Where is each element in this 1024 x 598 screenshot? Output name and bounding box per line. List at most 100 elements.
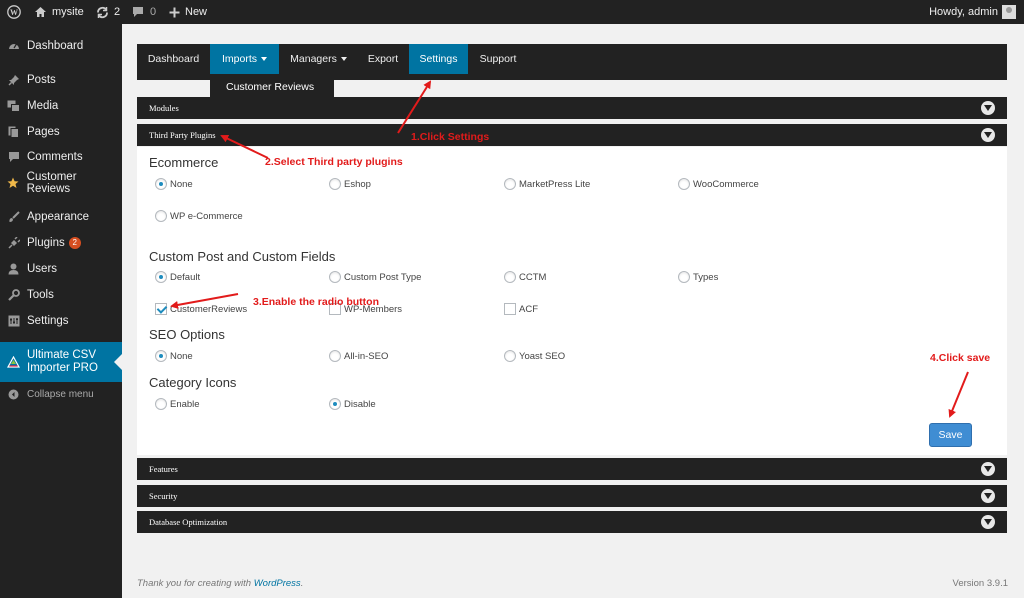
- radio-seo-all-in-seo[interactable]: All-in-SEO: [329, 350, 388, 362]
- sidebar-item-label: Tools: [27, 289, 54, 301]
- option-label: WP e-Commerce: [170, 210, 243, 222]
- sidebar-item-label: Pages: [27, 126, 60, 138]
- site-home-link[interactable]: mysite: [34, 0, 84, 24]
- option-label: All-in-SEO: [344, 350, 389, 362]
- expand-toggle-icon[interactable]: [981, 462, 995, 476]
- comments-count: 0: [150, 6, 157, 18]
- option-label: Eshop: [344, 178, 371, 190]
- accordion-features[interactable]: Features: [137, 458, 1007, 480]
- nav-imports[interactable]: Imports: [210, 44, 279, 74]
- radio-control[interactable]: [329, 350, 341, 362]
- sidebar-item-tools[interactable]: Tools: [0, 282, 122, 308]
- option-label: WooCommerce: [693, 178, 759, 190]
- plug-icon: [0, 237, 27, 249]
- sidebar-item-dashboard[interactable]: Dashboard: [0, 33, 122, 59]
- option-label: Disable: [344, 398, 376, 410]
- expand-toggle-icon[interactable]: [981, 101, 995, 115]
- sidebar-item-appearance[interactable]: Appearance: [0, 204, 122, 230]
- radio-ecommerce-marketpress[interactable]: MarketPress Lite: [504, 178, 590, 190]
- radio-control[interactable]: [678, 178, 690, 190]
- radio-custom-default[interactable]: Default: [155, 271, 200, 283]
- comments-link[interactable]: 0: [132, 0, 156, 24]
- radio-control[interactable]: [504, 271, 516, 283]
- checkbox-control[interactable]: [504, 303, 516, 315]
- checkbox-control[interactable]: [155, 303, 167, 315]
- star-icon: [0, 177, 27, 189]
- accordion-security[interactable]: Security: [137, 485, 1007, 507]
- plus-icon: [169, 7, 180, 17]
- sidebar-item-settings[interactable]: Settings: [0, 308, 122, 334]
- radio-control[interactable]: [329, 178, 341, 190]
- accordion-third-party-plugins[interactable]: Third Party Plugins: [137, 124, 1007, 146]
- radio-custom-types[interactable]: Types: [678, 271, 718, 283]
- radio-control[interactable]: [504, 178, 516, 190]
- sidebar-item-pages[interactable]: Pages: [0, 119, 122, 145]
- radio-control[interactable]: [155, 271, 167, 283]
- sidebar-item-posts[interactable]: Posts: [0, 67, 122, 93]
- home-icon: [35, 7, 46, 17]
- sidebar-item-customer-reviews[interactable]: Customer Reviews: [0, 170, 122, 196]
- account-menu[interactable]: Howdy, admin: [929, 0, 1016, 24]
- save-button[interactable]: Save: [929, 423, 972, 447]
- expand-toggle-icon[interactable]: [981, 515, 995, 529]
- sidebar-item-label: Users: [27, 263, 58, 275]
- radio-control[interactable]: [155, 210, 167, 222]
- comment-icon: [0, 151, 27, 163]
- sidebar-item-label: Comments: [27, 151, 83, 163]
- sidebar-item-media[interactable]: Media: [0, 93, 122, 119]
- annotation-step-3: 3.Enable the radio button: [253, 296, 380, 308]
- radio-control[interactable]: [155, 350, 167, 362]
- plugins-update-badge: 2: [68, 237, 81, 249]
- radio-custom-cctm[interactable]: CCTM: [504, 271, 546, 283]
- option-label: Enable: [170, 398, 200, 410]
- radio-control[interactable]: [155, 398, 167, 410]
- radio-custom-post-type[interactable]: Custom Post Type: [329, 271, 421, 283]
- dashboard-icon: [0, 40, 27, 52]
- section-title-ecommerce: Ecommerce: [149, 155, 219, 170]
- svg-text:W: W: [10, 8, 18, 17]
- updates-link[interactable]: 2: [96, 0, 120, 24]
- checkbox-acf[interactable]: ACF: [504, 303, 538, 315]
- radio-control[interactable]: [155, 178, 167, 190]
- checkbox-customer-reviews[interactable]: CustomerReviews: [155, 303, 247, 315]
- radio-control[interactable]: [329, 398, 341, 410]
- expand-toggle-icon[interactable]: [981, 489, 995, 503]
- radio-control[interactable]: [329, 271, 341, 283]
- radio-ecommerce-woocommerce[interactable]: WooCommerce: [678, 178, 759, 190]
- radio-control[interactable]: [504, 350, 516, 362]
- nav-managers[interactable]: Managers: [279, 44, 358, 74]
- nav-label: Imports: [221, 53, 257, 65]
- brush-icon: [0, 211, 27, 223]
- sidebar-item-ultimate-csv-importer[interactable]: Ultimate CSV Importer PRO: [0, 342, 122, 382]
- radio-seo-yoast[interactable]: Yoast SEO: [504, 350, 565, 362]
- wrench-icon: [0, 289, 27, 301]
- radio-seo-none[interactable]: None: [155, 350, 193, 362]
- nav-support[interactable]: Support: [468, 44, 528, 74]
- user-icon: [0, 263, 27, 275]
- new-content-link[interactable]: New: [169, 0, 207, 24]
- sidebar-item-users[interactable]: Users: [0, 256, 122, 282]
- section-title-category-icons: Category Icons: [149, 375, 237, 390]
- option-label: None: [170, 350, 193, 362]
- sidebar-item-label: Media: [27, 100, 59, 112]
- radio-ecommerce-eshop[interactable]: Eshop: [329, 178, 371, 190]
- sidebar-item-label: Ultimate CSV Importer PRO: [27, 349, 98, 374]
- radio-control[interactable]: [678, 271, 690, 283]
- sidebar-item-plugins[interactable]: Plugins 2: [0, 230, 122, 256]
- accordion-database-optimization[interactable]: Database Optimization: [137, 511, 1007, 533]
- expand-toggle-icon[interactable]: [981, 128, 995, 142]
- radio-ecommerce-none[interactable]: None: [155, 178, 193, 190]
- radio-ecommerce-wp-ecommerce[interactable]: WP e-Commerce: [155, 210, 243, 222]
- sidebar-item-comments[interactable]: Comments: [0, 144, 122, 170]
- radio-category-disable[interactable]: Disable: [329, 398, 376, 410]
- wordpress-link[interactable]: WordPress: [254, 578, 301, 589]
- radio-category-enable[interactable]: Enable: [155, 398, 200, 410]
- collapse-menu-button[interactable]: Collapse menu: [0, 381, 122, 407]
- wordpress-logo-icon[interactable]: W: [7, 0, 21, 24]
- nav-settings[interactable]: Settings: [409, 44, 468, 74]
- nav-export[interactable]: Export: [358, 44, 408, 74]
- nav-dashboard[interactable]: Dashboard: [137, 44, 210, 74]
- accordion-modules[interactable]: Modules: [137, 97, 1007, 119]
- collapse-menu-label: Collapse menu: [27, 388, 94, 400]
- pages-icon: [0, 126, 27, 138]
